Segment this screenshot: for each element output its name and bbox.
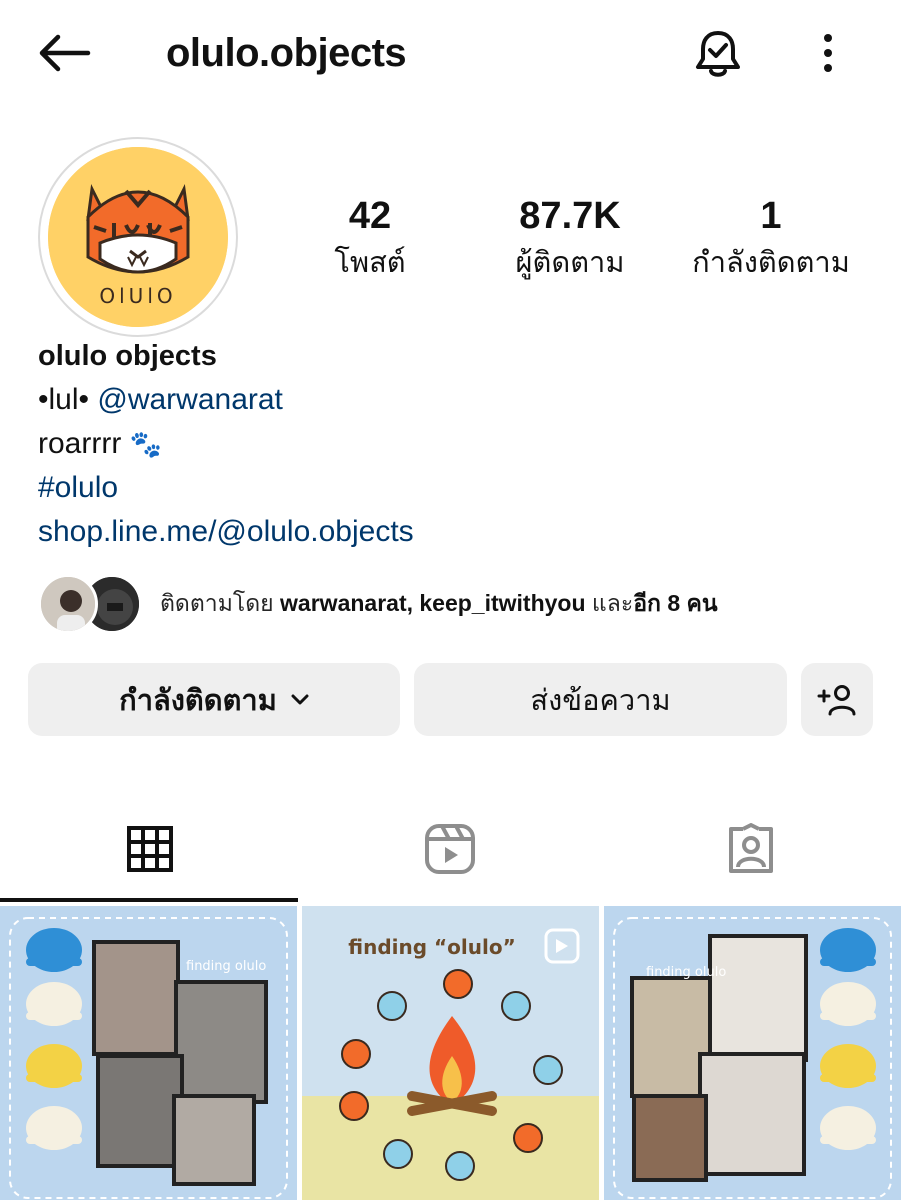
active-tab-indicator [0, 898, 298, 902]
svg-text:finding olulo: finding olulo [186, 959, 266, 974]
svg-text:OlUlO: OlUlO [99, 284, 176, 308]
tab-tagged[interactable] [601, 800, 901, 898]
hashtag-link[interactable]: #olulo [38, 466, 878, 510]
post-thumbnail-1[interactable]: finding olulo [0, 906, 297, 1200]
posts-count-label: โพสต์ [334, 247, 406, 279]
message-button[interactable]: ส่งข้อความ [414, 663, 787, 736]
profile-avatar: OlUlO [48, 147, 228, 327]
following-count[interactable]: 1 กำลังติดตาม [676, 193, 866, 283]
paw-emoji: 🐾 [129, 429, 163, 459]
svg-text:finding olulo: finding olulo [646, 965, 726, 980]
profile-avatar-ring[interactable]: OlUlO [38, 137, 238, 337]
top-bar: olulo.objects [0, 0, 901, 110]
bio-text: roarrrr [38, 427, 122, 460]
tab-reels[interactable] [300, 800, 600, 898]
tagged-person-icon [729, 823, 773, 873]
add-user-icon [817, 684, 856, 715]
followers-count-label: ผู้ติดตาม [515, 247, 625, 279]
following-count-label: กำลังติดตาม [692, 247, 850, 279]
bio-prefix: •lul• [38, 383, 98, 416]
svg-text:finding “olulo”: finding “olulo” [348, 935, 515, 959]
website-link[interactable]: shop.line.me/@olulo.objects [38, 510, 878, 554]
following-count-value: 1 [760, 195, 782, 237]
tab-posts-grid[interactable] [0, 800, 300, 898]
profile-bio: olulo objects •lul• @warwanarat roarrrr … [38, 334, 878, 554]
posts-count-value: 42 [348, 195, 392, 237]
message-button-label: ส่งข้อความ [530, 684, 671, 717]
add-user-button[interactable] [801, 663, 873, 736]
posts-grid: finding olulo finding “olulo” finding ol… [0, 906, 901, 1200]
following-button[interactable]: กำลังติดตาม [28, 663, 400, 736]
followers-count-value: 87.7K [519, 195, 621, 237]
reels-icon [425, 824, 475, 874]
profile-tabs [0, 800, 901, 902]
back-button[interactable] [34, 28, 94, 78]
notification-bell-icon [696, 31, 740, 77]
more-options-button[interactable] [808, 28, 848, 78]
mutual-follower-avatars [38, 572, 150, 636]
back-arrow-icon [39, 34, 91, 72]
profile-username: olulo.objects [166, 31, 407, 75]
post-thumbnail-2[interactable]: finding “olulo” [302, 906, 599, 1200]
bio-line-text: roarrrr 🐾 [38, 422, 878, 466]
bio-line-mention: •lul• @warwanarat [38, 378, 878, 422]
followers-count[interactable]: 87.7K ผู้ติดตาม [485, 193, 655, 283]
chevron-down-icon [291, 694, 309, 706]
mutual-avatar-1 [38, 574, 98, 634]
more-vertical-icon [824, 34, 832, 72]
grid-icon [127, 826, 173, 872]
tiger-logo-icon: OlUlO [48, 147, 228, 327]
mutual-followers-text: ติดตามโดย warwanarat, keep_itwithyou และ… [160, 590, 718, 616]
mutual-followers[interactable]: ติดตามโดย warwanarat, keep_itwithyou และ… [38, 572, 878, 636]
post-thumbnail-3[interactable]: finding olulo [604, 906, 901, 1200]
posts-count[interactable]: 42 โพสต์ [300, 193, 440, 283]
notifications-button[interactable] [690, 25, 746, 81]
mention-link[interactable]: @warwanarat [97, 383, 283, 416]
profile-display-name: olulo objects [38, 340, 217, 372]
following-button-label: กำลังติดตาม [119, 684, 277, 717]
